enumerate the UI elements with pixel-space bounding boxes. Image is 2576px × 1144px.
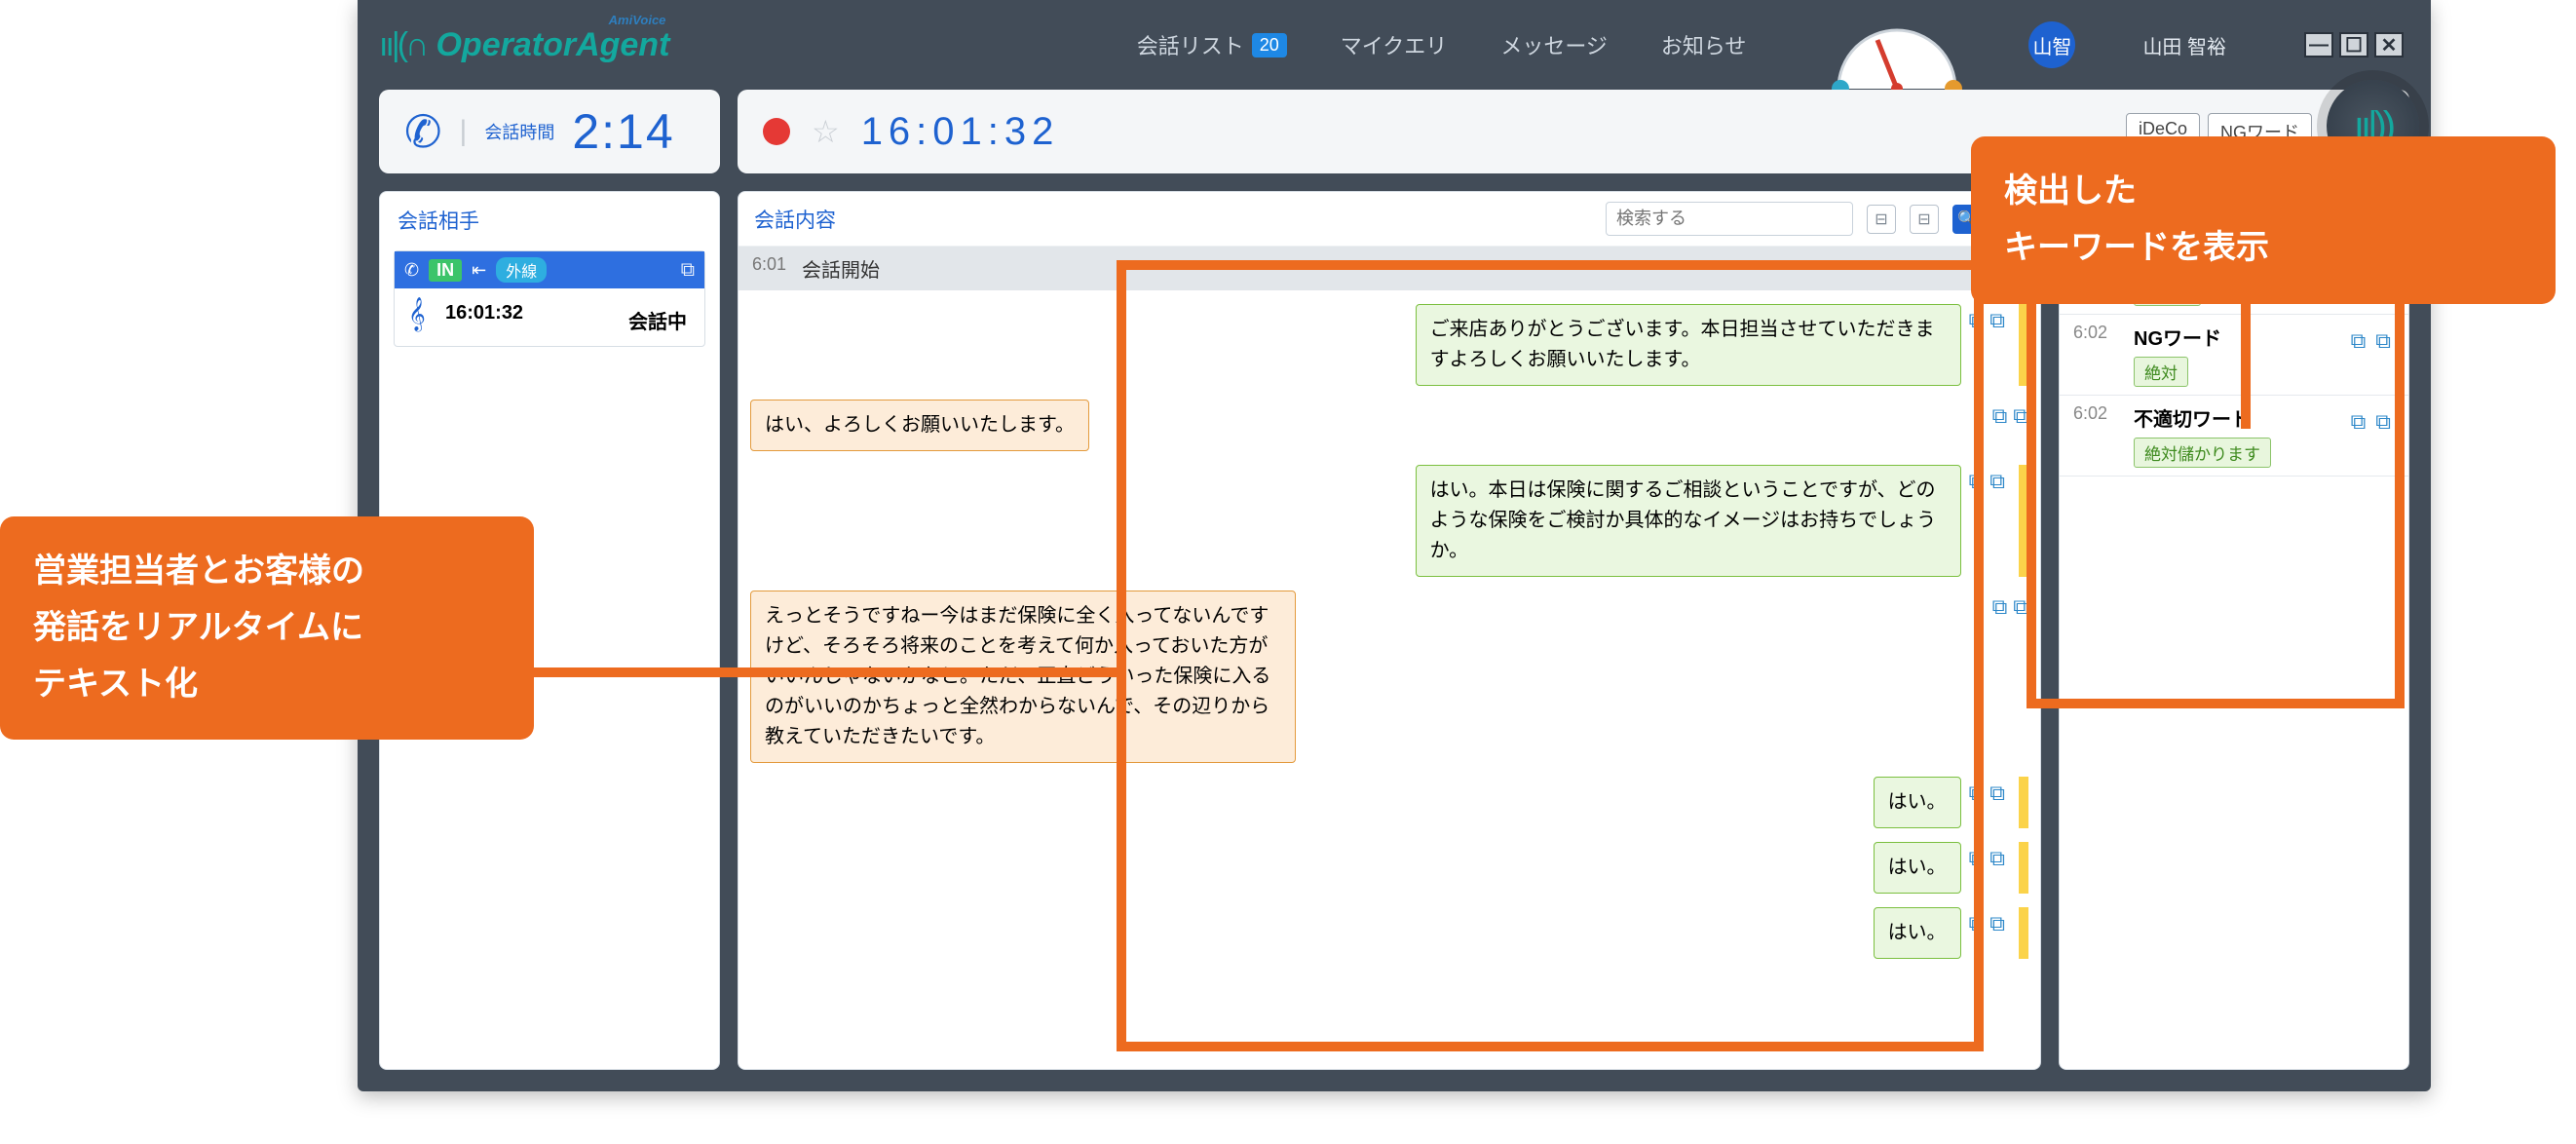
operator-bubble[interactable]: はい。	[1874, 842, 1961, 894]
expand-icon[interactable]: ⧉	[2375, 328, 2391, 354]
phone-icon: 𝄞	[408, 298, 426, 331]
filter-time: 6:02	[2073, 323, 2120, 387]
conversation-start-marker: 6:01 会話開始	[739, 247, 2040, 290]
message-actions: ⧉⧉	[1969, 907, 2005, 936]
copy-icon[interactable]: ⧉	[2351, 328, 2367, 354]
operator-bubble[interactable]: はい。	[1874, 907, 1961, 959]
call-duration-card: ✆ | 会話時間 2:14	[379, 90, 720, 173]
call-duration-value: 2:14	[572, 103, 674, 160]
copy-icon[interactable]: ⧉	[1969, 846, 1985, 871]
callout-lead-line	[2241, 297, 2251, 429]
maximize-button[interactable]: ☐	[2339, 32, 2368, 57]
caller-item-header: ✆ IN ⇤ 外線 ⧉	[395, 251, 704, 288]
copy-icon[interactable]: ⧉	[1969, 911, 1985, 936]
phone-icon: ✆	[404, 260, 419, 281]
caller-status: 会話中	[628, 306, 687, 334]
conversation-panel-title: 会話内容	[754, 205, 836, 234]
message-actions: ⧉⧉	[1992, 591, 2028, 620]
conversation-panel-header: 会話内容 ⊟ ⊟ 🔍 ⧉	[739, 192, 2040, 247]
conv-start-label: 会話開始	[802, 254, 880, 283]
callout-transcription: 営業担当者とお客様の 発話をリアルタイムに テキスト化	[0, 516, 534, 740]
message-actions: ⧉⧉	[1969, 777, 2005, 806]
filter-item[interactable]: 6:02不適切ワード絶対儲かります⧉⧉	[2060, 396, 2408, 477]
expand-icon[interactable]: ⧉	[1989, 469, 2005, 494]
call-duration-label: 会話時間	[484, 119, 554, 144]
customer-bubble[interactable]: はい、よろしくお願いいたします。	[750, 400, 1089, 451]
sound-wave-icon: ıı|(∩	[379, 26, 426, 64]
sentiment-gauge	[1829, 25, 1965, 94]
badge-in: IN	[429, 259, 462, 282]
brand-name: AmiVoice OperatorAgent	[436, 26, 669, 64]
copy-icon[interactable]: ⧉	[1992, 594, 2008, 620]
enter-icon: ⇤	[472, 260, 486, 281]
brand-subname: AmiVoice	[609, 13, 666, 27]
message-row: はい、よろしくお願いいたします。 ⧉⧉	[750, 400, 2028, 451]
copy-icon[interactable]: ⧉	[2351, 409, 2367, 435]
nav-my-area[interactable]: マイクエリ	[1341, 29, 1448, 60]
message-row: はい。 ⧉⧉	[750, 907, 2028, 959]
message-actions: ⧉⧉	[1969, 304, 2005, 333]
next-button[interactable]: ⊟	[1910, 205, 1939, 234]
filter-keyword-chip: 絶対	[2134, 357, 2188, 387]
nav-conv-list[interactable]: 会話リスト 20	[1137, 29, 1287, 60]
nav-notices[interactable]: お知らせ	[1661, 29, 1747, 60]
star-icon[interactable]: ☆	[812, 113, 840, 150]
operator-bubble[interactable]: はい。本日は保険に関するご相談ということですが、どのような保険をご検討か具体的な…	[1416, 465, 1961, 577]
operator-bubble[interactable]: ご来店ありがとうございます。本日担当させていただきますよろしくお願いいたします。	[1416, 304, 1961, 386]
message-row: はい。 ⧉⧉	[750, 842, 2028, 894]
user-name: 山田 智裕	[2142, 31, 2226, 59]
filter-keyword-chip: 絶対儲かります	[2134, 438, 2271, 468]
filter-panel: 会話フィルタ 6:02iDeCoiDeCo⧉⧉6:02NGワード絶対⧉⧉6:02…	[2059, 191, 2409, 1070]
window-controls: — ☐ ✕	[2304, 32, 2404, 57]
top-nav: 会話リスト 20 マイクエリ メッセージ お知らせ 山智 山田 智裕 — ☐	[1137, 11, 2404, 79]
brand-logo: ıı|(∩ AmiVoice OperatorAgent	[379, 26, 669, 64]
app-header: ıı|(∩ AmiVoice OperatorAgent 会話リスト 20 マイ…	[358, 0, 2431, 90]
minimize-button[interactable]: —	[2304, 32, 2333, 57]
callout-lead-line	[534, 667, 1118, 677]
message-actions: ⧉⧉	[1969, 842, 2005, 871]
filter-name: NGワード	[2134, 323, 2221, 351]
operator-bubble[interactable]: はい。	[1874, 777, 1961, 828]
conv-count-badge: 20	[1252, 33, 1287, 57]
caller-panel-title: 会話相手	[380, 192, 719, 245]
nav-messages[interactable]: メッセージ	[1500, 29, 1608, 60]
expand-icon[interactable]: ⧉	[1989, 911, 2005, 936]
phone-icon: ✆	[404, 105, 442, 158]
record-icon	[763, 118, 790, 145]
message-actions: ⧉⧉	[1992, 400, 2028, 429]
callout-keywords: 検出した キーワードを表示	[1971, 136, 2556, 304]
search-input[interactable]	[1606, 202, 1853, 236]
conversation-panel: 会話内容 ⊟ ⊟ 🔍 ⧉ 6:01 会話開始 ご来店ありがとうございます。本日担…	[738, 191, 2041, 1070]
copy-icon[interactable]: ⧉	[1969, 469, 1985, 494]
clock-time: 16:01:32	[861, 110, 1060, 154]
user-avatar[interactable]: 山智	[2028, 21, 2075, 68]
copy-icon[interactable]: ⧉	[1969, 781, 1985, 806]
message-row: はい。本日は保険に関するご相談ということですが、どのような保険をご検討か具体的な…	[750, 465, 2028, 577]
expand-icon[interactable]: ⧉	[2013, 403, 2028, 429]
close-button[interactable]: ✕	[2374, 32, 2404, 57]
message-row: ご来店ありがとうございます。本日担当させていただきますよろしくお願いいたします。…	[750, 304, 2028, 386]
message-list: ご来店ありがとうございます。本日担当させていただきますよろしくお願いいたします。…	[739, 290, 2040, 967]
badge-line: 外線	[496, 257, 547, 283]
expand-icon[interactable]: ⧉	[2375, 409, 2391, 435]
prev-button[interactable]: ⊟	[1867, 205, 1896, 234]
filter-time: 6:02	[2073, 403, 2120, 468]
expand-icon[interactable]: ⧉	[1989, 308, 2005, 333]
main-columns: 会話相手 ✆ IN ⇤ 外線 ⧉ 𝄞 16:01:32 会話中 会話内容	[358, 191, 2431, 1091]
copy-icon[interactable]: ⧉	[681, 259, 695, 282]
filter-item[interactable]: 6:02 NGワード絶対 ⧉ ⧉	[2060, 315, 2408, 396]
message-row: はい。 ⧉⧉	[750, 777, 2028, 828]
caller-item[interactable]: ✆ IN ⇤ 外線 ⧉ 𝄞 16:01:32 会話中	[394, 250, 705, 347]
copy-icon[interactable]: ⧉	[1992, 403, 2008, 429]
copy-icon[interactable]: ⧉	[1969, 308, 1985, 333]
message-actions: ⧉⧉	[1969, 465, 2005, 494]
conv-start-time: 6:01	[752, 254, 786, 283]
expand-icon[interactable]: ⧉	[1989, 846, 2005, 871]
expand-icon[interactable]: ⧉	[2013, 594, 2028, 620]
expand-icon[interactable]: ⧉	[1989, 781, 2005, 806]
